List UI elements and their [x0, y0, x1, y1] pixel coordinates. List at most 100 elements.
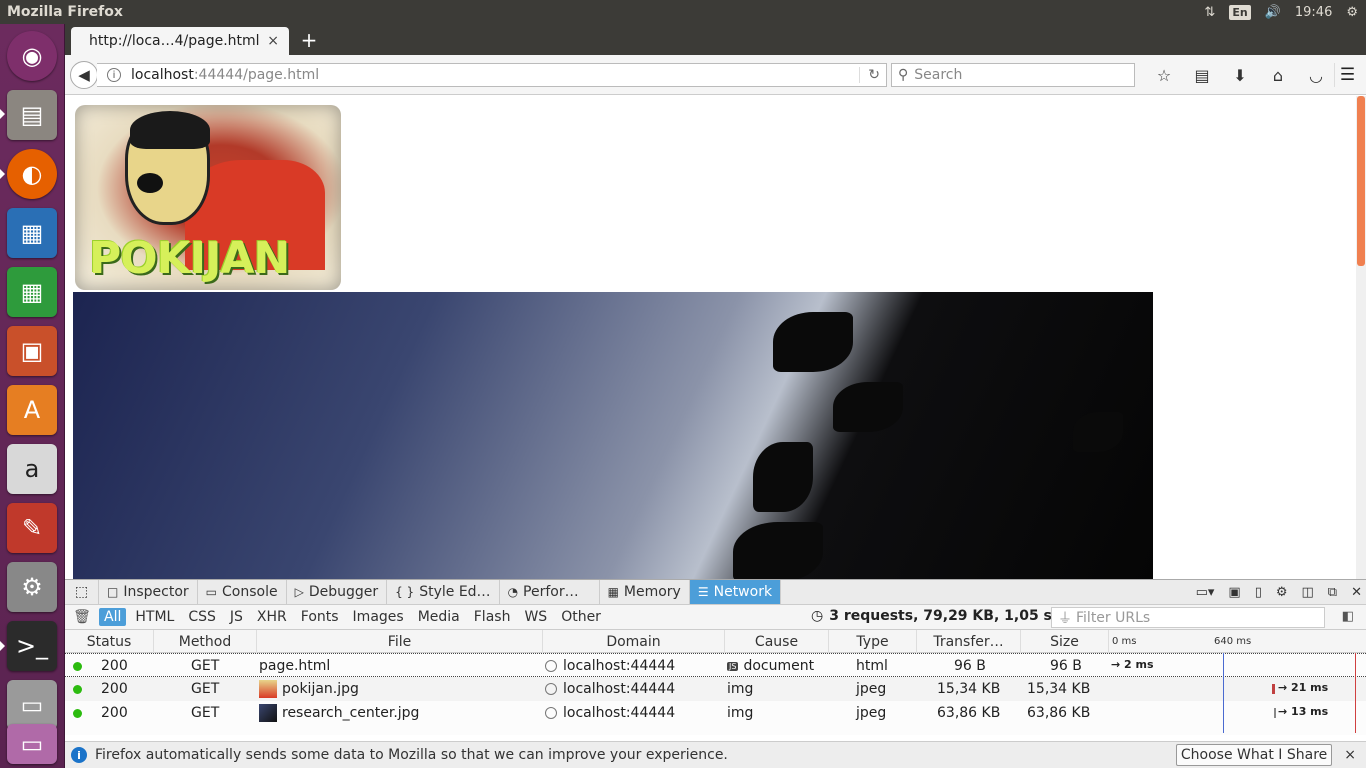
- toggle-sidebar-icon[interactable]: ◧: [1342, 609, 1354, 624]
- search-input[interactable]: ⚲ Search: [891, 63, 1135, 87]
- files-icon[interactable]: ▤: [7, 90, 57, 140]
- domain-text: localhost:44444: [563, 681, 676, 697]
- notification-close-icon[interactable]: ×: [1344, 747, 1356, 763]
- scrollbar-thumb[interactable]: [1357, 96, 1365, 266]
- system-gear-icon[interactable]: ⚙: [1346, 5, 1358, 20]
- column-cause[interactable]: Cause: [725, 630, 829, 653]
- undock-icon[interactable]: ⧉: [1328, 585, 1337, 600]
- filter-html[interactable]: HTML: [130, 608, 179, 626]
- table-row[interactable]: 200 GET pokijan.jpg localhost:44444 img …: [65, 677, 1366, 701]
- trash-icon[interactable]: ▭: [7, 724, 57, 764]
- column-method[interactable]: Method: [154, 630, 257, 653]
- page-scrollbar[interactable]: [1356, 96, 1366, 579]
- home-icon[interactable]: ⌂: [1259, 63, 1297, 87]
- research-center-image: [73, 292, 1153, 579]
- tab-performance[interactable]: ◔ Perfor…: [500, 580, 600, 604]
- load-event-marker: [1355, 653, 1356, 733]
- system-tray: ⇅ En 🔊 19:46 ⚙: [1204, 4, 1366, 20]
- tab-network[interactable]: ☰ Network: [689, 580, 782, 604]
- cell-status: 200: [101, 658, 128, 674]
- table-row[interactable]: 200 GET page.html localhost:44444 JS docu…: [65, 653, 1366, 677]
- clear-trash-icon[interactable]: 🗑: [65, 609, 99, 625]
- responsive-mode-icon[interactable]: ▯: [1255, 585, 1262, 600]
- system-settings-icon[interactable]: ✎: [7, 503, 57, 553]
- column-domain[interactable]: Domain: [543, 630, 725, 653]
- bookmark-star-icon[interactable]: ☆: [1145, 63, 1183, 87]
- filter-ws[interactable]: WS: [519, 608, 552, 626]
- network-icon[interactable]: ⇅: [1204, 5, 1215, 20]
- filter-other[interactable]: Other: [556, 608, 606, 626]
- column-type[interactable]: Type: [829, 630, 917, 653]
- table-row[interactable]: 200 GET research_center.jpg localhost:44…: [65, 701, 1366, 725]
- choose-what-i-share-button[interactable]: Choose What I Share: [1175, 744, 1333, 766]
- waterfall-bar: [1272, 684, 1275, 694]
- updates-icon[interactable]: ⚙: [7, 562, 57, 612]
- tree-leaf: [773, 312, 853, 372]
- menu-hamburger-icon[interactable]: ☰: [1334, 63, 1360, 87]
- terminal-icon[interactable]: >_: [7, 621, 57, 671]
- url-bar[interactable]: i localhost:44444/page.html ↻: [97, 63, 887, 87]
- tree-leaf: [733, 522, 823, 579]
- frame-select-icon[interactable]: ▭▾: [1196, 585, 1215, 600]
- back-button[interactable]: ◀: [70, 61, 98, 89]
- cell-status: 200: [101, 705, 128, 721]
- column-size[interactable]: Size: [1021, 630, 1109, 653]
- pocket-icon[interactable]: ◡: [1297, 63, 1335, 87]
- filter-js[interactable]: JS: [225, 608, 248, 626]
- libreoffice-calc-icon[interactable]: ▦: [7, 267, 57, 317]
- firefox-icon[interactable]: ◐: [7, 149, 57, 199]
- filter-media[interactable]: Media: [413, 608, 465, 626]
- settings-gear-icon[interactable]: ⚙: [1276, 585, 1288, 600]
- amazon-icon[interactable]: a: [7, 444, 57, 494]
- filter-xhr[interactable]: XHR: [252, 608, 292, 626]
- volume-icon[interactable]: 🔊: [1265, 5, 1281, 20]
- domain-text: localhost:44444: [563, 658, 676, 674]
- tab-memory[interactable]: ▦ Memory: [600, 580, 690, 604]
- filter-urls-input[interactable]: ⏚ Filter URLs: [1051, 607, 1325, 628]
- downloads-icon[interactable]: ⬇: [1221, 63, 1259, 87]
- tab-console[interactable]: ▭ Console: [198, 580, 287, 604]
- network-filter-bar: 🗑 All HTML CSS JS XHR Fonts Images Media…: [65, 605, 1366, 630]
- filter-all[interactable]: All: [99, 608, 127, 626]
- reload-icon[interactable]: ↻: [859, 67, 880, 83]
- character-hair: [130, 111, 210, 149]
- cell-domain: localhost:44444: [545, 654, 675, 678]
- filter-fonts[interactable]: Fonts: [296, 608, 344, 626]
- cell-method: GET: [191, 705, 220, 721]
- clock[interactable]: 19:46: [1295, 5, 1332, 20]
- globe-icon: [545, 660, 557, 672]
- filter-flash[interactable]: Flash: [469, 608, 516, 626]
- dock-side-icon[interactable]: ◫: [1302, 585, 1314, 600]
- running-indicator: [0, 641, 5, 651]
- request-summary[interactable]: ◷ 3 requests, 79,29 KB, 1,05 s: [811, 608, 1052, 624]
- libreoffice-writer-icon[interactable]: ▦: [7, 208, 57, 258]
- libreoffice-impress-icon[interactable]: ▣: [7, 326, 57, 376]
- filter-css[interactable]: CSS: [183, 608, 221, 626]
- cell-type: jpeg: [856, 705, 887, 721]
- waterfall-timing: → 2 ms: [1111, 658, 1154, 671]
- tab-page-html[interactable]: http://loca…4/page.html ×: [71, 27, 289, 55]
- tab-style-editor[interactable]: { } Style Ed…: [387, 580, 500, 604]
- element-picker-icon[interactable]: ⬚: [65, 580, 99, 604]
- column-transferred[interactable]: Transfer…: [917, 630, 1021, 653]
- ubuntu-dash-icon[interactable]: ◉: [7, 31, 57, 81]
- filter-images[interactable]: Images: [348, 608, 409, 626]
- new-tab-button[interactable]: +: [297, 27, 321, 53]
- tab-inspector[interactable]: □ Inspector: [99, 580, 198, 604]
- column-status[interactable]: Status: [65, 630, 154, 653]
- bookmarks-menu-icon[interactable]: ▤: [1183, 63, 1221, 87]
- column-file[interactable]: File: [257, 630, 543, 653]
- software-center-icon[interactable]: A: [7, 385, 57, 435]
- waterfall-header[interactable]: 0 ms 640 ms: [1108, 630, 1358, 653]
- close-devtools-icon[interactable]: ✕: [1351, 585, 1362, 600]
- tab-close-icon[interactable]: ×: [267, 33, 279, 49]
- keyboard-layout-indicator[interactable]: En: [1229, 4, 1251, 20]
- tab-label: Inspector: [123, 584, 189, 600]
- site-info-icon[interactable]: i: [107, 68, 121, 82]
- tab-debugger[interactable]: ▷ Debugger: [287, 580, 388, 604]
- status-ok-dot: [73, 685, 82, 694]
- split-console-icon[interactable]: ▣: [1228, 585, 1240, 600]
- globe-icon: [545, 707, 557, 719]
- drive-icon[interactable]: ▭: [7, 680, 57, 730]
- status-ok-dot: [73, 709, 82, 718]
